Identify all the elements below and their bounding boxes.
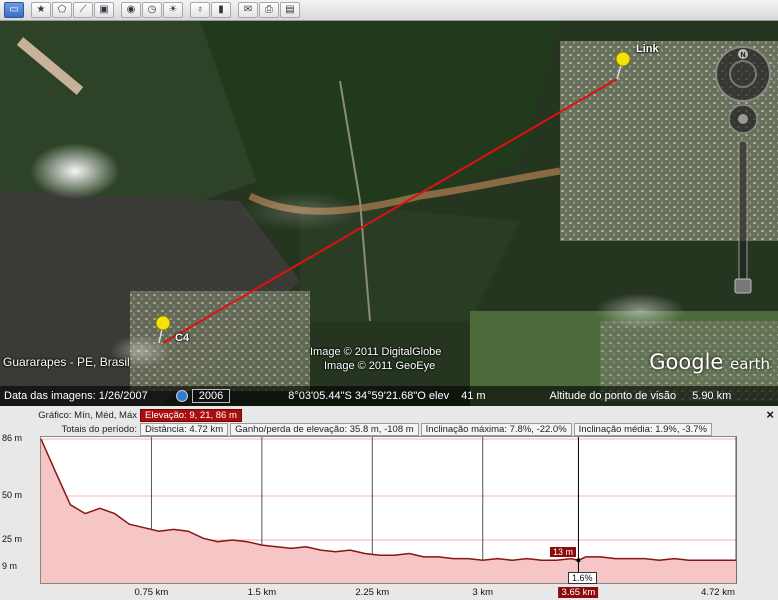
path-icon[interactable]: ⟋ bbox=[73, 2, 93, 18]
sidebar-toggle-icon[interactable]: ▭ bbox=[4, 2, 24, 18]
imagery-credit: Image © 2011 GeoEye bbox=[324, 360, 436, 372]
tour-icon[interactable]: ◉ bbox=[121, 2, 141, 18]
x-tick-label: 0.75 km bbox=[134, 587, 169, 598]
sunlight-icon[interactable]: ☀ bbox=[163, 2, 183, 18]
status-bar: Data das imagens: 1/26/2007 2006 8°03'05… bbox=[0, 386, 778, 406]
close-icon[interactable]: × bbox=[766, 407, 774, 422]
cursor-elevation-flag: 13 m bbox=[549, 546, 578, 558]
x-tick-label: 1.5 km bbox=[247, 587, 277, 598]
elevation-summary[interactable]: Elevação: 9, 21, 86 m bbox=[140, 409, 242, 422]
distance-total: Distância: 4.72 km bbox=[140, 423, 229, 436]
max-slope: Inclinação máxima: 7.8%, -22.0% bbox=[420, 423, 572, 436]
placemark-icon[interactable]: ★ bbox=[31, 2, 51, 18]
logo-word: Google bbox=[649, 350, 724, 374]
graph-label: Gráfico: Mín, Méd, Máx bbox=[38, 410, 137, 421]
navigation-compass[interactable]: N bbox=[715, 46, 771, 102]
google-earth-logo: Google earth bbox=[649, 350, 770, 374]
x-tick-label: 2.25 km bbox=[355, 587, 390, 598]
place-label: Guararapes - PE, Brasil bbox=[3, 355, 130, 369]
logo-suffix: earth bbox=[730, 355, 770, 373]
imagery-credit: Image © 2011 DigitalGlobe bbox=[310, 346, 442, 358]
elevation-chart-area[interactable] bbox=[40, 436, 737, 584]
email-icon[interactable]: ✉ bbox=[238, 2, 258, 18]
eye-altitude-value: 5.90 km bbox=[692, 390, 732, 402]
ruler-icon[interactable]: ▮ bbox=[211, 2, 231, 18]
y-tick-label: 86 m bbox=[2, 433, 23, 443]
image-overlay-icon[interactable]: ▣ bbox=[94, 2, 114, 18]
cursor-slope-flag: 1.6% bbox=[568, 572, 597, 584]
y-tick-label: 50 m bbox=[2, 490, 23, 500]
imagery-date: Data das imagens: 1/26/2007 bbox=[4, 390, 148, 402]
cursor-distance-label: 3.65 km bbox=[558, 587, 599, 598]
pin-label-link: Link bbox=[636, 43, 659, 55]
imagery-year[interactable]: 2006 bbox=[191, 389, 231, 403]
app-window: ▭ ★ ⬠ ⟋ ▣ ◉ ◷ ☀ ♁ ▮ ✉ ⎙ ▤ N Link C4 Guar… bbox=[0, 0, 778, 600]
pin-label-c4: C4 bbox=[175, 332, 190, 344]
toolbar: ▭ ★ ⬠ ⟋ ▣ ◉ ◷ ☀ ♁ ▮ ✉ ⎙ ▤ bbox=[0, 0, 778, 21]
elevation-gain-loss: Ganho/perda de elevação: 35.8 m, -108 m bbox=[230, 423, 419, 436]
save-image-icon[interactable]: ▤ bbox=[280, 2, 300, 18]
coordinates-readout: 8°03'05.44"S 34°59'21.68"O elev bbox=[288, 390, 450, 402]
print-icon[interactable]: ⎙ bbox=[259, 2, 279, 18]
x-tick-label: 3 km bbox=[472, 587, 494, 598]
planet-icon[interactable]: ♁ bbox=[190, 2, 210, 18]
y-tick-label: 9 m bbox=[2, 561, 18, 571]
map-view[interactable]: N Link C4 Guararapes - PE, Brasil Image … bbox=[0, 21, 778, 406]
historical-imagery-icon[interactable]: ◷ bbox=[142, 2, 162, 18]
y-tick-label: 25 m bbox=[2, 534, 23, 544]
polygon-icon[interactable]: ⬠ bbox=[52, 2, 72, 18]
elevation-readout: 41 m bbox=[461, 390, 486, 402]
eye-altitude-label: Altitude do ponto de visão bbox=[549, 390, 677, 402]
x-tick-label: 4.72 km bbox=[701, 587, 735, 598]
average-slope: Inclinação média: 1.9%, -3.7% bbox=[573, 423, 712, 436]
north-icon: N bbox=[740, 52, 745, 59]
historical-clock-icon[interactable] bbox=[175, 390, 188, 402]
look-joystick-icon[interactable] bbox=[728, 104, 758, 134]
